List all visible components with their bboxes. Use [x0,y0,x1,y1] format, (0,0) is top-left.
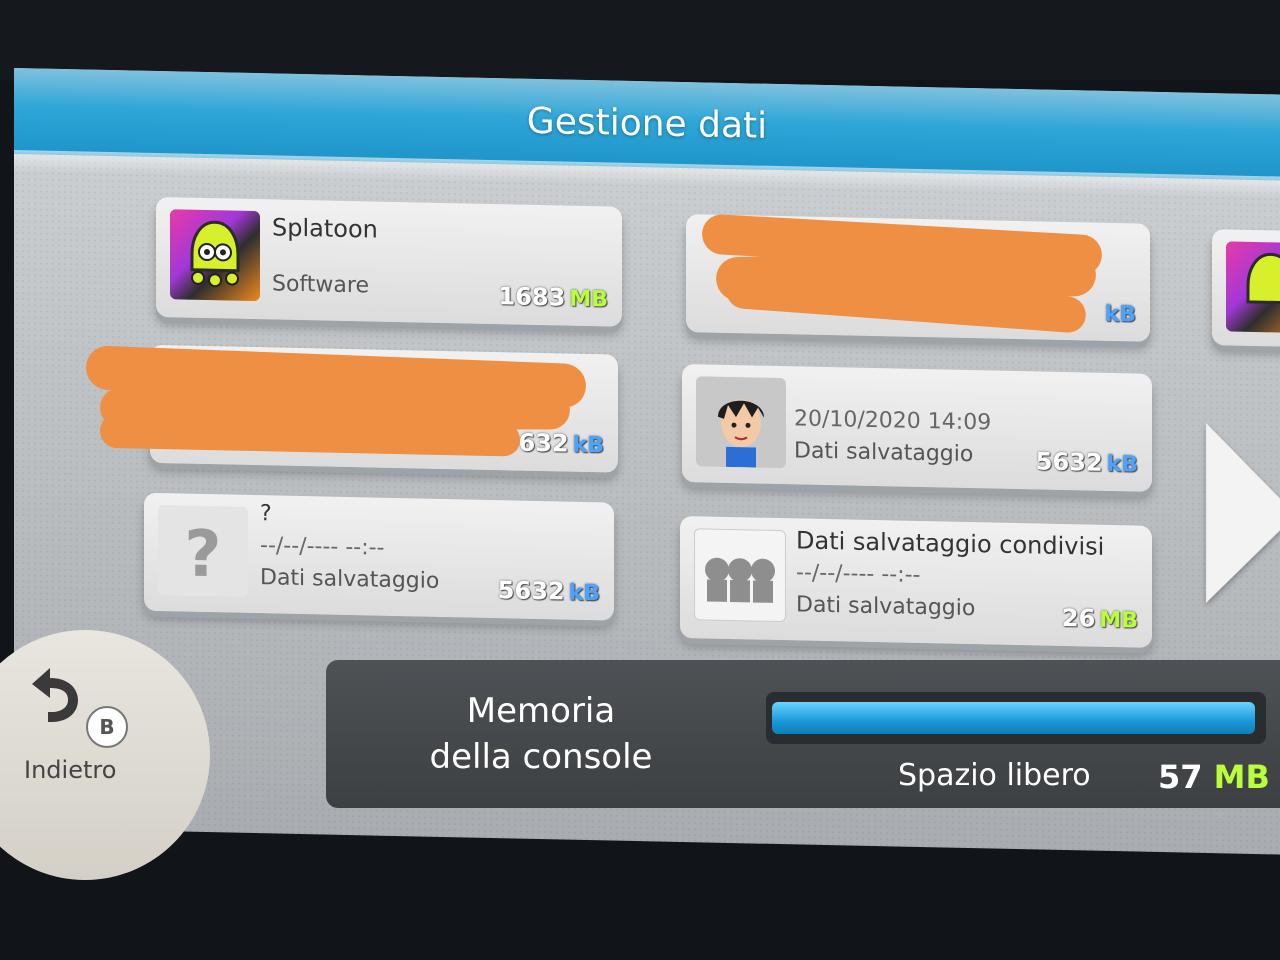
memory-usage-bar [766,692,1266,744]
shared-users-icon [694,528,786,623]
memory-title-line1: Memoria [466,691,616,731]
tile-redacted-left[interactable]: 5632 kB [85,344,618,473]
size-value: 5632 [497,576,565,606]
tile-size: 5632 kB [498,576,602,606]
tile-unknown-save[interactable]: ? ? --/--/---- --:-- Dati salvataggio 56… [144,492,614,621]
save-date: --/--/---- --:-- [796,560,921,588]
size-unit: kB [1106,451,1138,478]
device-bezel [0,0,1280,80]
splatoon-icon [170,209,260,302]
size-unit: kB [572,432,604,459]
free-space-number: 57 [1158,758,1203,796]
tile-title: ? [260,501,272,527]
free-space-unit: MB [1213,758,1270,796]
size-unit: MB [1099,607,1138,634]
page-title: Gestione dati [526,100,768,147]
back-arrow-icon [32,668,78,722]
size-unit: kB [1104,301,1136,328]
tile-shared-save[interactable]: Dati salvataggio condivisi --/--/---- --… [680,515,1152,648]
tile-size: 26 MB [1062,604,1140,634]
size-unit: MB [569,286,608,313]
tile-title: Splatoon [272,213,378,244]
back-label: Indietro [24,756,117,784]
size-value: 26 [1061,603,1096,633]
free-space-value: 57 MB [1158,758,1270,796]
splatoon-icon [1226,241,1280,334]
b-button-badge: B [86,706,128,748]
tile-subtitle: Software [272,271,369,299]
tile-size: 5632 kB [1036,447,1140,477]
memory-usage-fill [772,702,1255,734]
tile-splatoon[interactable]: Splatoon Software 1683 MB [156,196,622,327]
tile-size: 1683 MB [499,282,610,312]
tile-subtitle: Dati salvataggio [260,565,440,594]
tile-title: Dati salvataggio condivisi [796,526,1105,561]
console-memory-panel: Memoria della console Spazio libero 57 M… [326,660,1280,808]
tile-next-page-preview[interactable] [1212,229,1280,348]
next-page-arrow-icon[interactable] [1206,422,1280,605]
size-value: 1683 [498,282,566,312]
tile-subtitle: Dati salvataggio [794,438,974,468]
size-unit: kB [568,580,600,607]
memory-title-line2: della console [429,737,653,777]
tile-size: kB [1101,299,1138,328]
save-date: --/--/---- --:-- [260,533,385,561]
header-bar: Gestione dati [14,68,1280,181]
tile-redacted-top[interactable]: kB [686,213,1150,342]
free-space-label: Spazio libero [898,758,1091,793]
svg-text:?: ? [184,518,221,593]
mii-avatar-icon [696,376,786,469]
memory-title: Memoria della console [386,688,696,780]
tile-subtitle: Dati salvataggio [796,592,976,622]
tile-mii-save[interactable]: 20/10/2020 14:09 Dati salvataggio 5632 kB [682,363,1152,492]
save-date: 20/10/2020 14:09 [794,406,992,436]
question-mark-icon: ? [158,505,248,597]
size-value: 5632 [1035,447,1103,477]
